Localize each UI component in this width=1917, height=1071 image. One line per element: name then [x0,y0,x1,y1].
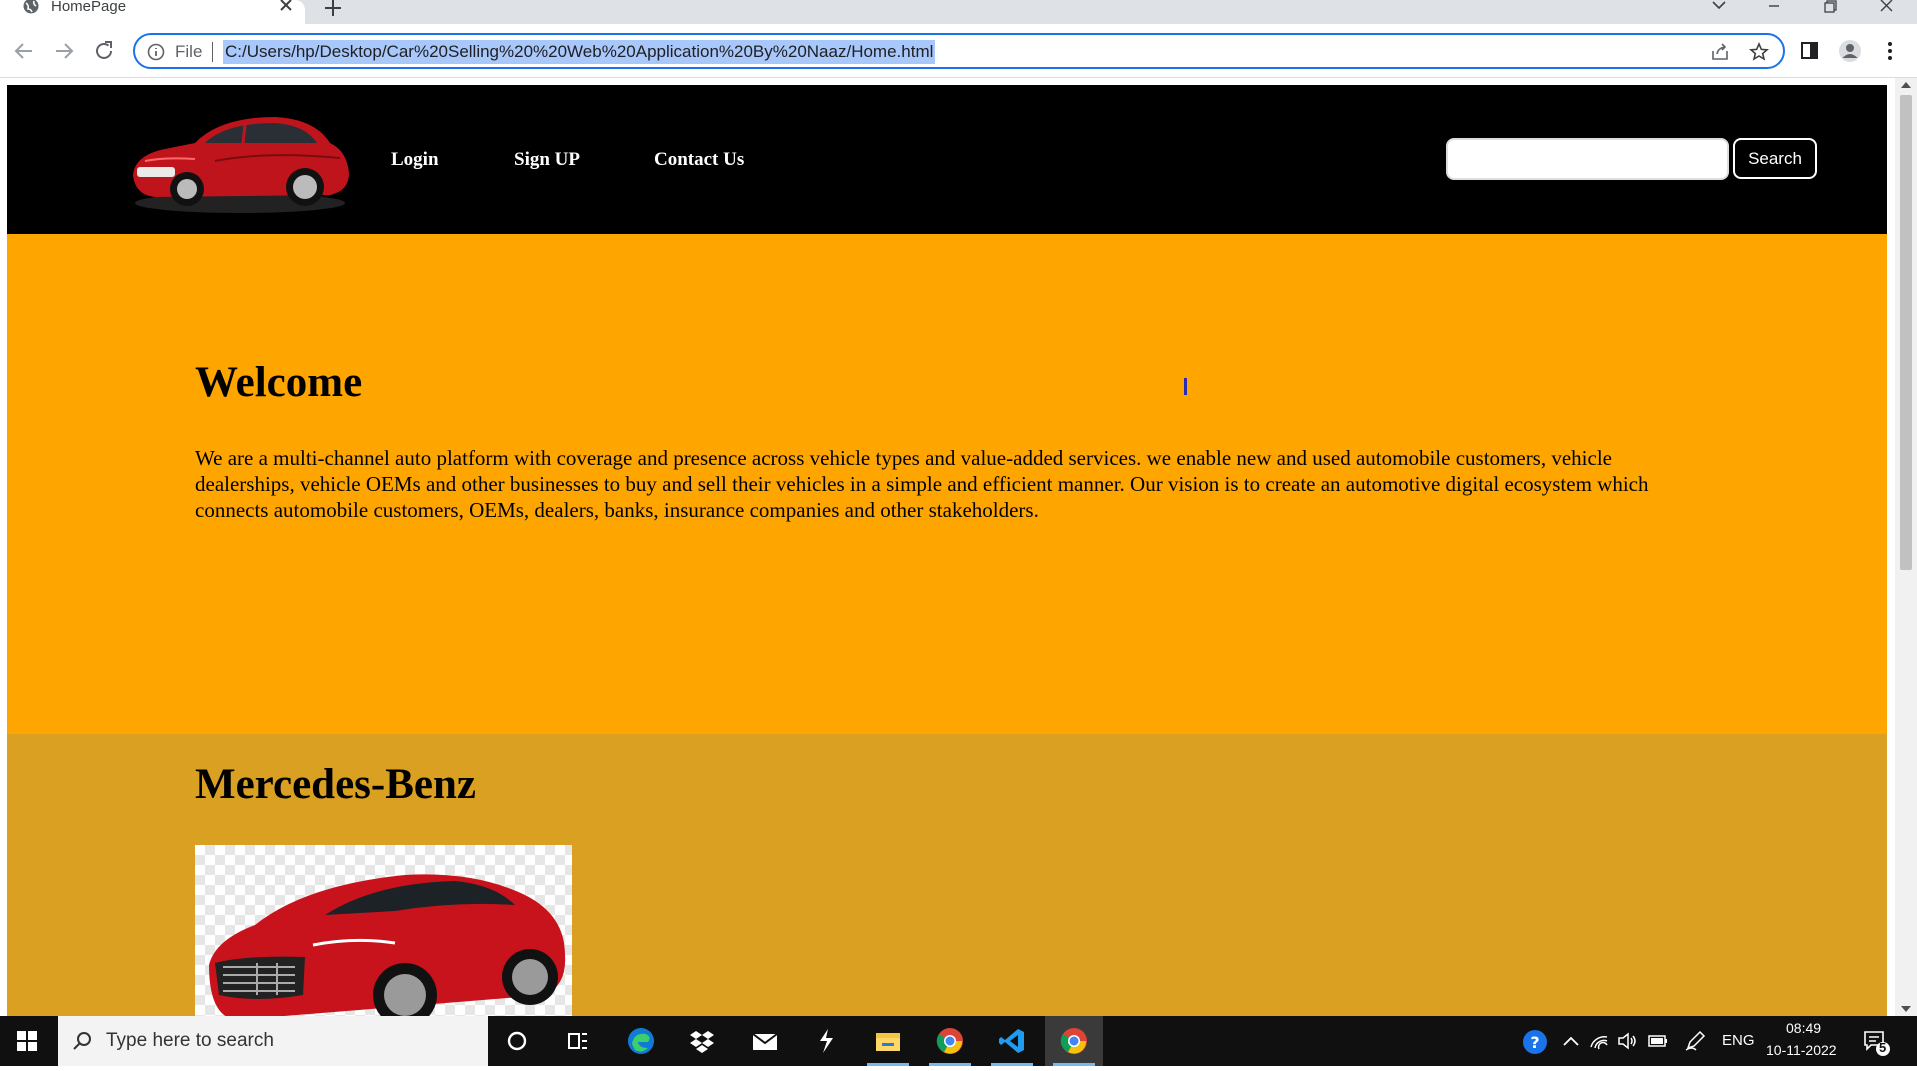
globe-icon [22,0,40,16]
mercedes-car-image [195,845,572,1016]
nav-login-link[interactable]: Login [391,149,439,171]
site-search-button[interactable]: Search [1733,138,1817,179]
file-explorer-icon[interactable] [859,1016,917,1066]
forward-arrow-icon[interactable] [52,39,76,63]
site-search-input[interactable] [1446,138,1729,180]
dropbox-icon[interactable] [673,1016,731,1066]
battery-icon[interactable] [1647,1030,1669,1052]
chrome-icon[interactable] [1045,1016,1103,1066]
edge-icon[interactable] [612,1016,670,1066]
omnibox-divider [212,42,213,62]
taskbar-search-placeholder: Type here to search [106,1030,274,1051]
volume-icon[interactable] [1616,1030,1638,1052]
page-scrollbar[interactable] [1895,78,1917,1016]
text-cursor [1184,378,1187,395]
mail-icon[interactable] [736,1016,794,1066]
bookmark-star-icon[interactable] [1749,42,1769,62]
svg-text:?: ? [1530,1033,1539,1052]
clock-time[interactable]: 08:49 [1786,1020,1821,1036]
wifi-icon[interactable] [1588,1030,1610,1052]
back-arrow-icon[interactable] [12,39,36,63]
site-header: Login Sign UP Contact Us Search [7,85,1887,234]
tab-title: HomePage [51,0,127,15]
nav-signup-link[interactable]: Sign UP [514,149,580,171]
minimize-icon[interactable] [1764,0,1784,14]
nav-contact-link[interactable]: Contact Us [654,149,744,171]
scrollbar-thumb[interactable] [1900,95,1912,570]
reload-icon[interactable] [92,39,116,63]
close-tab-icon[interactable] [278,0,294,16]
scroll-up-arrow-icon[interactable] [1901,81,1911,89]
welcome-section: Welcome We are a multi-channel auto plat… [7,234,1887,734]
restore-icon[interactable] [1820,0,1840,14]
share-icon[interactable] [1710,42,1730,62]
info-icon[interactable] [147,43,165,61]
app-icon[interactable] [797,1016,855,1066]
clock-date[interactable]: 10-11-2022 [1766,1042,1837,1058]
site-logo-car-image [125,103,355,218]
pen-icon[interactable] [1684,1030,1706,1052]
side-panel-icon[interactable] [1798,39,1822,63]
tab-search-icon[interactable] [1709,0,1729,14]
search-icon [72,1031,92,1051]
browser-menu-icon[interactable] [1878,39,1902,63]
windows-taskbar: Type here to search ? ENG 08:49 10-11-20… [0,1016,1917,1066]
brand-section: Mercedes-Benz [7,734,1887,1016]
language-indicator[interactable]: ENG [1722,1032,1755,1049]
notification-count: 5 [1879,1040,1887,1055]
profile-avatar-icon[interactable] [1838,39,1862,63]
welcome-text: We are a multi-channel auto platform wit… [195,446,1649,522]
vscode-icon[interactable] [983,1016,1041,1066]
taskbar-search-box[interactable]: Type here to search [58,1016,488,1066]
windows-logo-icon [17,1031,37,1051]
address-bar[interactable]: File C:/Users/hp/Desktop/Car%20Selling%2… [133,33,1785,69]
chrome-icon[interactable] [921,1016,979,1066]
url-text[interactable]: C:/Users/hp/Desktop/Car%20Selling%20%20W… [223,40,936,64]
brand-heading: Mercedes-Benz [195,761,476,808]
browser-tab-strip: HomePage [0,0,1917,24]
start-button[interactable] [0,1016,56,1066]
close-window-icon[interactable] [1877,0,1897,14]
new-tab-icon[interactable] [323,0,343,19]
task-view-icon[interactable] [549,1016,607,1066]
help-icon[interactable]: ? [1522,1028,1550,1056]
browser-tab[interactable]: HomePage [0,0,305,24]
chevron-up-icon[interactable] [1560,1030,1582,1052]
scroll-down-arrow-icon[interactable] [1901,1005,1911,1013]
welcome-heading: Welcome [195,359,363,406]
scheme-label: File [175,42,203,61]
page-viewport: Login Sign UP Contact Us Search Welcome … [7,85,1887,1016]
cortana-icon[interactable] [488,1016,546,1066]
browser-toolbar: File C:/Users/hp/Desktop/Car%20Selling%2… [0,24,1917,78]
